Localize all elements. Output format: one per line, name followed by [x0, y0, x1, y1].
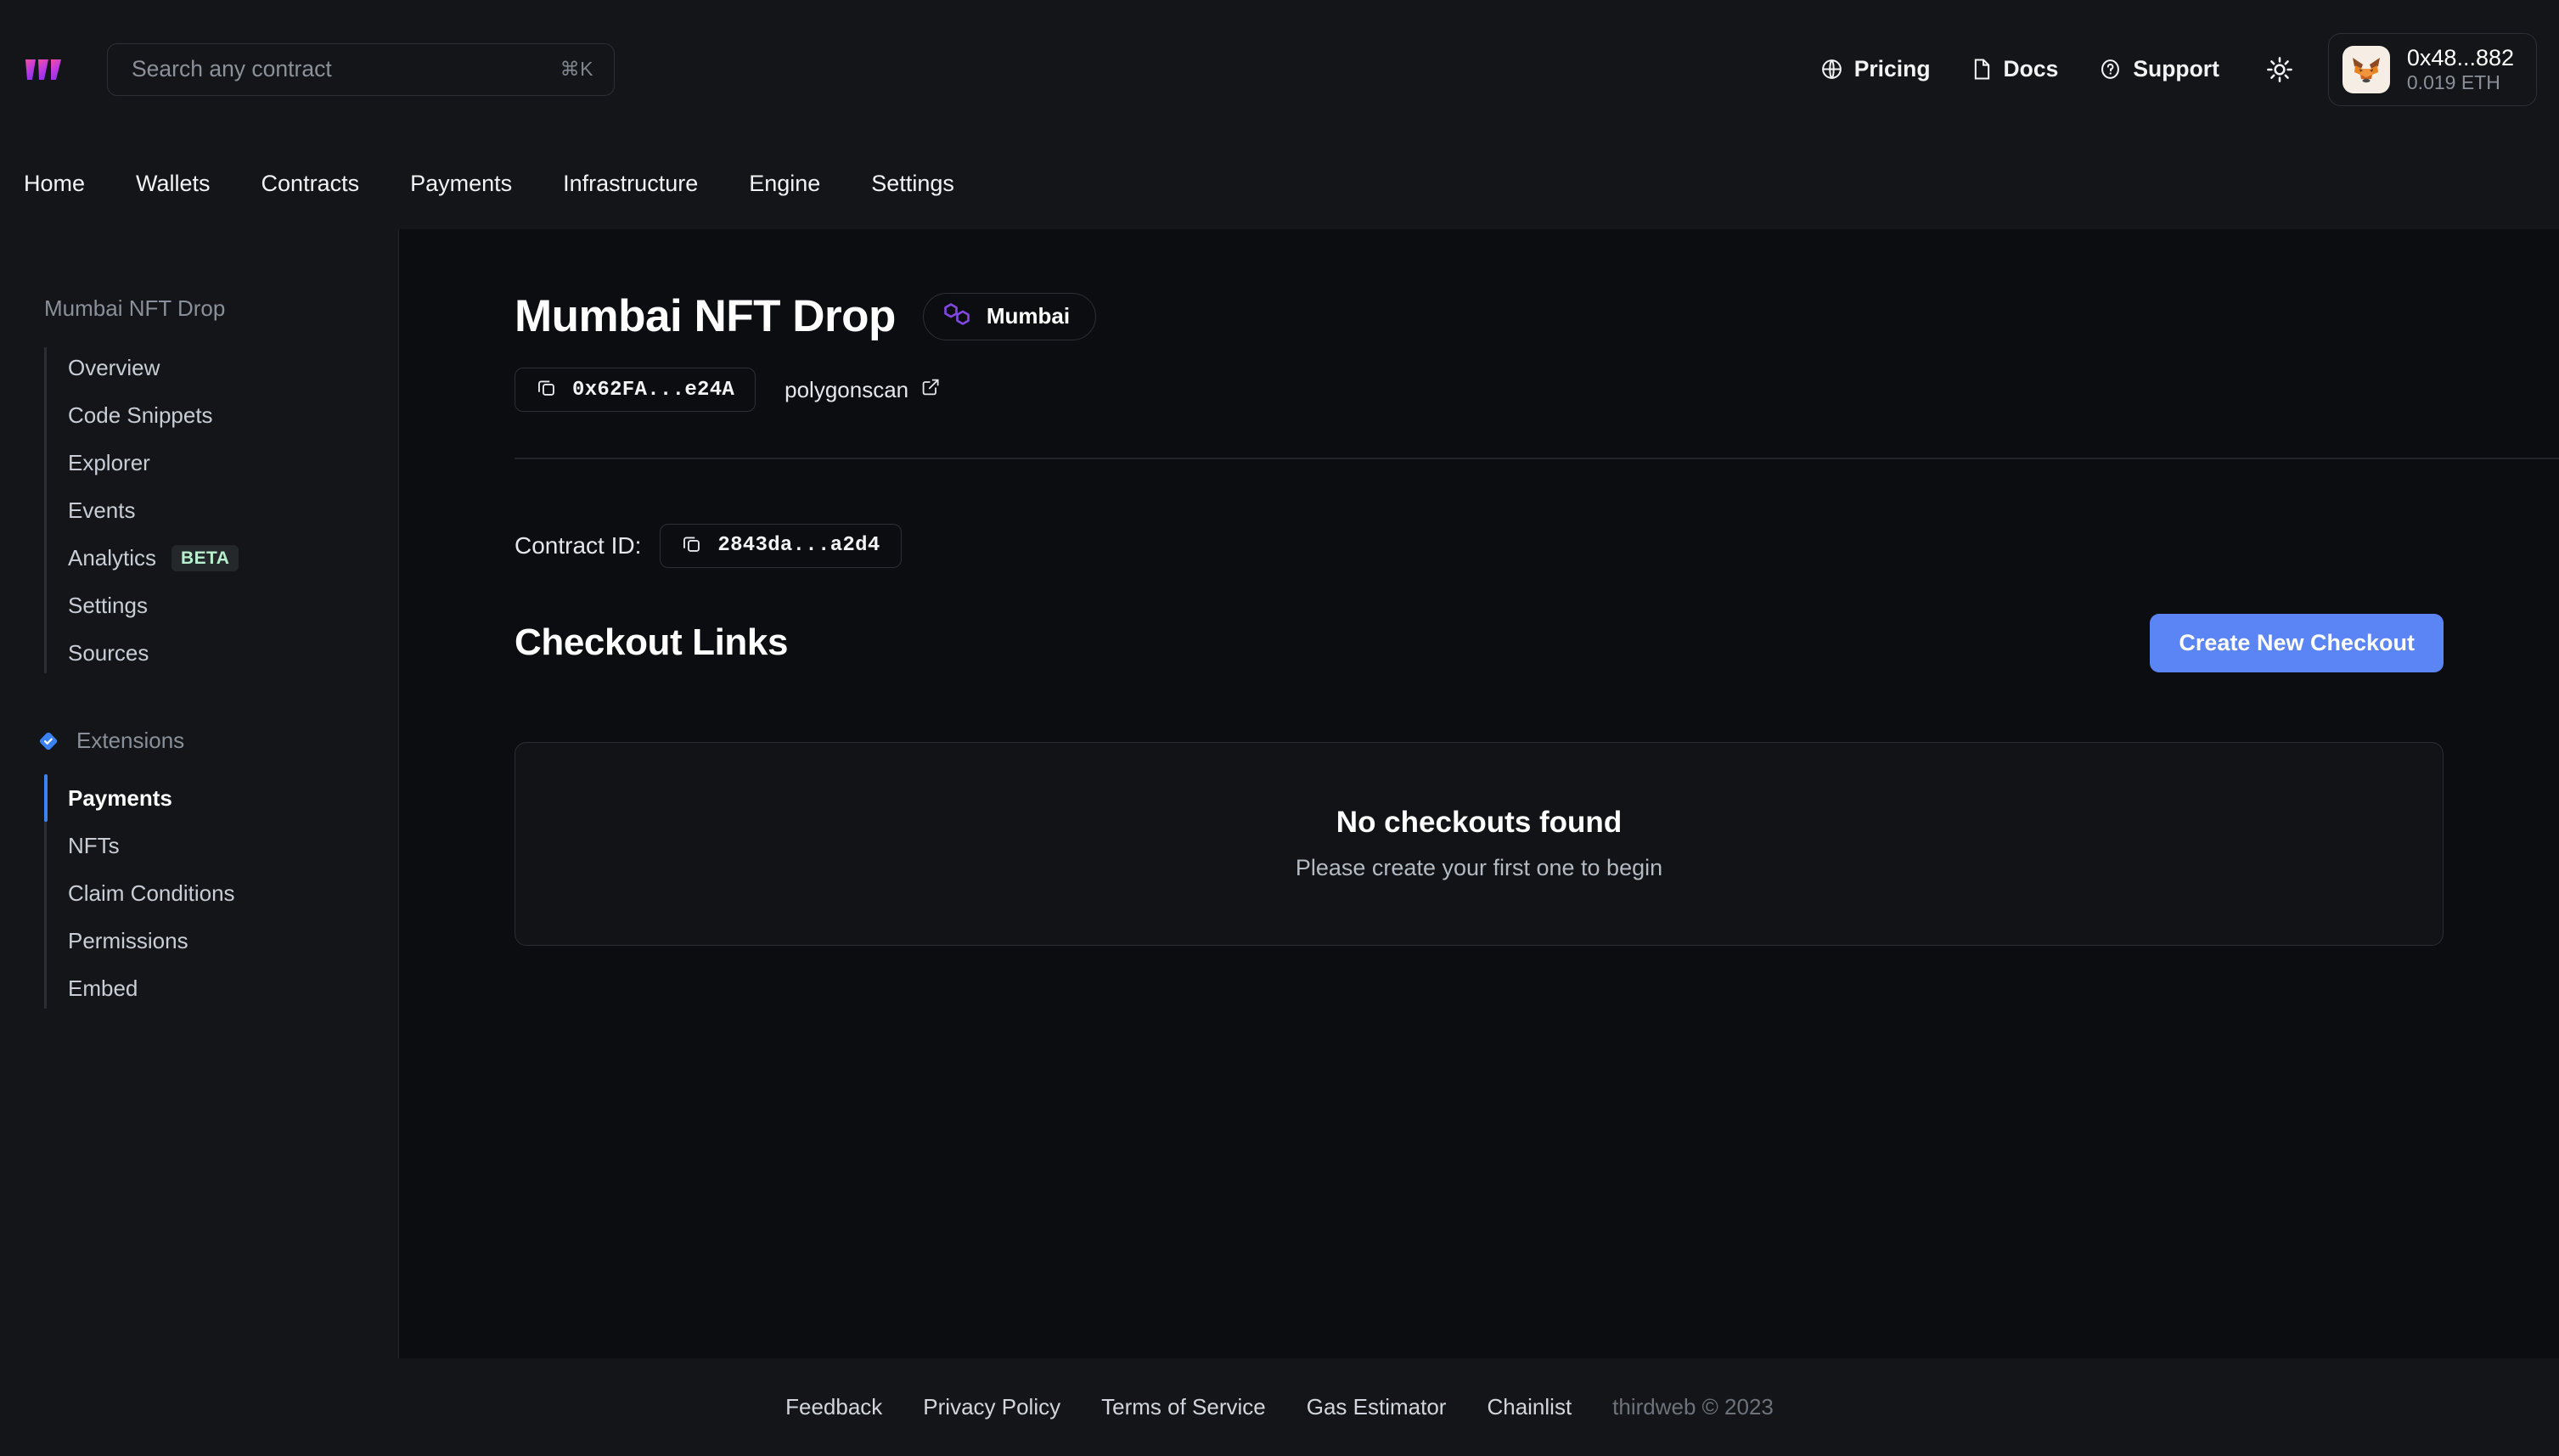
sun-icon[interactable] — [2260, 50, 2299, 89]
sidebar-item-label: Events — [68, 497, 136, 523]
sidebar-item-embed[interactable]: Embed — [44, 964, 398, 1012]
pricing-label: Pricing — [1853, 56, 1931, 82]
polygon-icon — [942, 301, 971, 331]
file-icon — [1971, 58, 1993, 81]
docs-link[interactable]: Docs — [1971, 56, 2059, 82]
sidebar-item-nfts[interactable]: NFTs — [44, 822, 398, 869]
support-label: Support — [2133, 56, 2219, 82]
nav-item-wallets[interactable]: Wallets — [136, 171, 211, 197]
question-circle-icon — [2099, 58, 2122, 81]
chain-badge[interactable]: Mumbai — [922, 292, 1097, 340]
copy-icon — [681, 533, 702, 559]
copy-contract-id-button[interactable]: 2843da...a2d4 — [660, 523, 902, 568]
thirdweb-logo[interactable] — [24, 48, 71, 92]
title-row: Mumbai NFT Drop Mumbai — [515, 290, 2559, 342]
sidebar-item-label: Sources — [68, 639, 149, 666]
footer-link-feedback[interactable]: Feedback — [785, 1394, 882, 1420]
polygonscan-link[interactable]: polygonscan — [785, 377, 941, 403]
footer-link-privacy-policy[interactable]: Privacy Policy — [923, 1394, 1060, 1420]
search-shortcut-hint: ⌘K — [560, 58, 593, 80]
empty-state-card: No checkouts found Please create your fi… — [515, 741, 2444, 946]
polygonscan-label: polygonscan — [785, 376, 909, 402]
empty-state-subtitle: Please create your first one to begin — [1295, 855, 1663, 880]
top-bar-actions: Pricing Docs Support 0x48...882 0.019 ET… — [1820, 0, 2559, 138]
address-row: 0x62FA...e24A polygonscan — [515, 368, 2559, 412]
sidebar-group-contract: Overview Code Snippets Explorer Events A… — [0, 344, 398, 677]
nav-item-settings[interactable]: Settings — [871, 171, 954, 197]
create-new-checkout-button[interactable]: Create New Checkout — [2150, 613, 2444, 672]
app-root: ⌘K Pricing Docs — [0, 0, 2559, 1456]
sidebar-item-claim-conditions[interactable]: Claim Conditions — [44, 869, 398, 917]
checkout-links-title: Checkout Links — [515, 621, 789, 663]
sidebar-item-sources[interactable]: Sources — [44, 629, 398, 677]
sidebar-item-analytics[interactable]: Analytics BETA — [44, 534, 398, 582]
nav-item-infrastructure[interactable]: Infrastructure — [563, 171, 698, 197]
docs-label: Docs — [2003, 56, 2059, 82]
chain-name: Mumbai — [986, 303, 1071, 329]
sidebar-item-payments[interactable]: Payments — [44, 774, 398, 822]
nav-item-payments[interactable]: Payments — [410, 171, 512, 197]
sidebar-item-label: Analytics — [68, 544, 157, 571]
pricing-link[interactable]: Pricing — [1820, 56, 1931, 82]
footer: Feedback Privacy Policy Terms of Service… — [0, 1358, 2559, 1456]
sidebar-item-label: Payments — [68, 784, 172, 811]
sidebar-item-events[interactable]: Events — [44, 486, 398, 534]
sidebar-group-extensions: Payments NFTs Claim Conditions Permissio… — [0, 774, 398, 1012]
beta-badge: BETA — [172, 544, 239, 571]
sidebar-item-label: Embed — [68, 975, 138, 1001]
sidebar-title: Mumbai NFT Drop — [44, 295, 226, 321]
page-title: Mumbai NFT Drop — [515, 291, 896, 341]
contract-id-row: Contract ID: 2843da...a2d4 — [515, 523, 2559, 568]
checkout-section-header: Checkout Links Create New Checkout — [515, 613, 2559, 672]
support-link[interactable]: Support — [2099, 56, 2219, 82]
wallet-address: 0x48...882 — [2406, 44, 2514, 70]
top-bar: ⌘K Pricing Docs — [0, 0, 2559, 138]
metamask-fox-avatar — [2342, 45, 2390, 93]
sidebar-item-label: NFTs — [68, 832, 120, 858]
contract-id-label: Contract ID: — [515, 531, 642, 559]
footer-link-gas-estimator[interactable]: Gas Estimator — [1307, 1394, 1447, 1420]
sidebar-item-label: Permissions — [68, 927, 188, 953]
search-input[interactable] — [132, 56, 560, 82]
contract-address: 0x62FA...e24A — [572, 378, 735, 402]
sidebar-item-label: Claim Conditions — [68, 880, 235, 906]
search-box[interactable]: ⌘K — [107, 42, 615, 96]
sidebar-item-permissions[interactable]: Permissions — [44, 917, 398, 964]
copy-contract-address-button[interactable]: 0x62FA...e24A — [515, 368, 756, 412]
contract-id-value: 2843da...a2d4 — [717, 534, 880, 557]
nav-item-engine[interactable]: Engine — [749, 171, 820, 197]
main-content: Mumbai NFT Drop Mumbai 0x62FA...e24A pol… — [399, 229, 2559, 1358]
sidebar-item-label: Settings — [68, 592, 148, 618]
blue-check-diamond-icon — [37, 730, 59, 752]
nav-item-contracts[interactable]: Contracts — [262, 171, 360, 197]
copy-icon — [536, 377, 557, 402]
sidebar-item-explorer[interactable]: Explorer — [44, 439, 398, 486]
sidebar-item-code-snippets[interactable]: Code Snippets — [44, 391, 398, 439]
footer-link-terms-of-service[interactable]: Terms of Service — [1101, 1394, 1266, 1420]
extensions-label: Extensions — [76, 728, 185, 753]
sidebar-item-settings[interactable]: Settings — [44, 582, 398, 629]
wallet-info: 0x48...882 0.019 ETH — [2406, 44, 2514, 94]
sidebar-section-extensions: Extensions — [0, 728, 398, 754]
wallet-balance: 0.019 ETH — [2406, 71, 2500, 94]
footer-link-chainlist[interactable]: Chainlist — [1487, 1394, 1572, 1420]
checkout-body: Contract ID: 2843da...a2d4 Checkout Link… — [399, 459, 2559, 946]
external-link-icon — [920, 377, 941, 403]
sidebar-item-label: Overview — [68, 354, 160, 380]
sidebar: Mumbai NFT Drop Overview Code Snippets E… — [0, 229, 399, 1358]
wallet-chip[interactable]: 0x48...882 0.019 ETH — [2327, 32, 2537, 106]
contract-header: Mumbai NFT Drop Mumbai 0x62FA...e24A pol… — [399, 229, 2559, 459]
globe-icon — [1820, 58, 1843, 81]
sidebar-item-label: Code Snippets — [68, 402, 213, 428]
sidebar-item-overview[interactable]: Overview — [44, 344, 398, 391]
empty-state-title: No checkouts found — [1336, 806, 1623, 839]
nav-item-home[interactable]: Home — [24, 171, 85, 197]
sidebar-item-label: Explorer — [68, 449, 150, 475]
main-nav: Home Wallets Contracts Payments Infrastr… — [0, 138, 2559, 229]
footer-copyright: thirdweb © 2023 — [1612, 1394, 1774, 1419]
